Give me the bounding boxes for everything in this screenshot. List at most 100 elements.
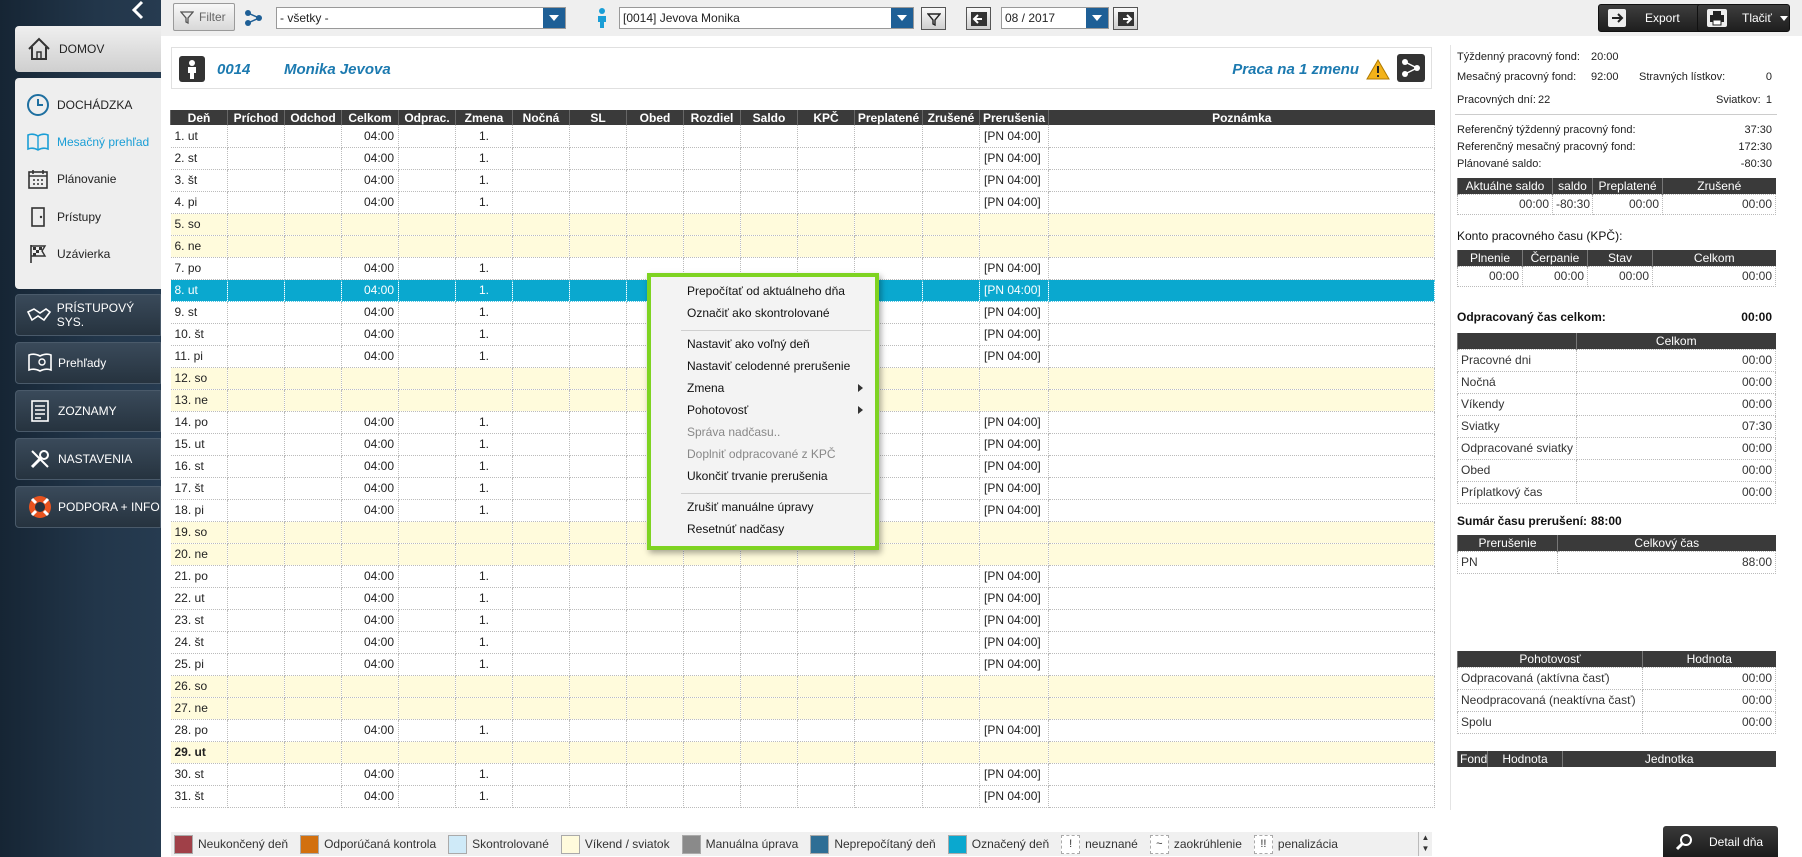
table-row[interactable]: 21. po 04:00 1. [PN 04:00] [170, 565, 1435, 588]
column-header[interactable]: Odchod [284, 110, 342, 125]
chevron-down-icon[interactable] [891, 8, 913, 28]
table-cell [284, 521, 342, 544]
employee-select[interactable]: [0014] Jevova Monika [619, 7, 914, 29]
table-cell [227, 741, 285, 764]
menu-item-pohotovost[interactable]: Pohotovosť [687, 400, 748, 420]
column-header[interactable]: Odprac. [398, 110, 456, 125]
table-row[interactable]: 26. so [170, 675, 1435, 698]
table-row[interactable]: 25. pi 04:00 1. [PN 04:00] [170, 653, 1435, 676]
column-header[interactable]: Preplatené [854, 110, 923, 125]
table-row[interactable]: 28. po 04:00 1. [PN 04:00] [170, 719, 1435, 742]
nav-zoznamy[interactable]: ZOZNAMY [15, 390, 161, 432]
nav-dochadzka[interactable]: DOCHÁDZKA [25, 90, 161, 120]
nav-podpora-info[interactable]: PODPORA + INFO [15, 486, 161, 528]
nav-pristupy[interactable]: Prístupy [25, 202, 161, 232]
nav-domov[interactable]: DOMOV [15, 26, 161, 72]
filter-button[interactable]: Filter [173, 3, 235, 31]
column-header[interactable]: Deň [170, 110, 228, 125]
standby-row: Odpracovaná (aktívna časť) 00:00 [1457, 666, 1776, 690]
column-header[interactable]: Zmena [455, 110, 513, 125]
legend-scroll[interactable]: ▲ ▼ [1418, 832, 1432, 856]
table-row[interactable]: 2. st 04:00 1. [PN 04:00] [170, 147, 1435, 170]
table-cell [227, 719, 285, 742]
menu-item-sprava-nadcasu: Správa nadčasu.. [687, 425, 781, 439]
nav-uzavierka[interactable]: Uzávierka [25, 239, 161, 269]
door-icon [25, 204, 51, 230]
table-cell [626, 213, 684, 236]
export-button[interactable]: Export [1598, 4, 1704, 32]
table-cell [512, 191, 570, 214]
table-cell [227, 147, 285, 170]
totals-label: Obed [1457, 458, 1577, 482]
table-row[interactable]: 29. ut [170, 741, 1435, 764]
prev-period-button[interactable] [966, 7, 991, 30]
menu-item-volny-den[interactable]: Nastaviť ako voľný deň [687, 334, 810, 354]
table-cell [512, 697, 570, 720]
nav-nastavenia-label: NASTAVENIA [58, 452, 133, 466]
table-cell [740, 697, 798, 720]
table-cell [922, 741, 980, 764]
column-header[interactable]: Celkom [341, 110, 399, 125]
menu-item-resetnut-nadcasy[interactable]: Resetnúť nadčasy [687, 519, 784, 539]
column-header[interactable]: Obed [626, 110, 684, 125]
warning-icon[interactable] [1366, 59, 1390, 80]
table-cell [512, 719, 570, 742]
nav-pristupovy-sys[interactable]: PRÍSTUPOVÝ SYS. [15, 294, 161, 336]
menu-item-oznacit-skontrolovane[interactable]: Označiť ako skontrolované [687, 303, 830, 323]
nav-prehlady[interactable]: Prehľady [15, 342, 161, 384]
holidays-label: Sviatkov: [1716, 94, 1761, 106]
next-period-button[interactable] [1113, 7, 1138, 30]
menu-item-celodenne-prerusenie[interactable]: Nastaviť celodenné prerušenie [687, 356, 850, 376]
chevron-down-icon[interactable] [1779, 15, 1788, 21]
menu-item-zmena[interactable]: Zmena [687, 378, 724, 398]
workflow-icon[interactable] [1397, 54, 1425, 82]
table-cell: 1. [455, 653, 513, 676]
day-detail-button[interactable]: Detail dňa [1663, 826, 1778, 857]
table-cell [398, 433, 456, 456]
monthly-fund-value: 92:00 [1591, 71, 1619, 83]
chevron-down-icon[interactable] [543, 8, 565, 28]
column-header[interactable]: Poznámka [1048, 110, 1435, 125]
table-row[interactable]: 24. št 04:00 1. [PN 04:00] [170, 631, 1435, 654]
table-row[interactable]: 27. ne [170, 697, 1435, 720]
group-select[interactable]: - všetky - [276, 7, 566, 29]
menu-item-zrusit-upravy[interactable]: Zrušiť manuálne úpravy [687, 497, 814, 517]
column-header[interactable]: Saldo [740, 110, 798, 125]
table-cell [1048, 543, 1435, 566]
table-cell: 04:00 [341, 609, 399, 632]
table-row[interactable]: 30. st 04:00 1. [PN 04:00] [170, 763, 1435, 786]
column-header[interactable]: Zrušené [922, 110, 980, 125]
collapse-sidebar-icon[interactable] [129, 0, 151, 22]
chevron-down-icon[interactable] [1086, 8, 1108, 28]
print-button[interactable]: Tlačiť [1697, 4, 1790, 32]
table-cell: 04:00 [341, 433, 399, 456]
table-row[interactable]: 31. št 04:00 1. [PN 04:00] [170, 785, 1435, 808]
menu-item-prepocitat[interactable]: Prepočítať od aktuálneho dňa [687, 281, 845, 301]
period-select[interactable]: 08 / 2017 [1001, 7, 1109, 29]
table-row[interactable]: 1. ut 04:00 1. [PN 04:00] [170, 125, 1435, 148]
menu-item-ukoncit-prerusenie[interactable]: Ukončiť trvanie prerušenia [687, 466, 828, 486]
column-header[interactable]: Príchod [227, 110, 285, 125]
table-row[interactable]: 23. st 04:00 1. [PN 04:00] [170, 609, 1435, 632]
column-header[interactable]: Rozdiel [683, 110, 741, 125]
table-row[interactable]: 5. so [170, 213, 1435, 236]
table-cell [1048, 675, 1435, 698]
table-row[interactable]: 6. ne [170, 235, 1435, 258]
table-row[interactable]: 3. št 04:00 1. [PN 04:00] [170, 169, 1435, 192]
table-cell [341, 543, 399, 566]
table-cell [683, 763, 741, 786]
column-header[interactable]: KPČ [797, 110, 855, 125]
table-cell [1048, 697, 1435, 720]
table-cell [1048, 499, 1435, 522]
nav-mesacny-prehlad[interactable]: Mesačný prehľad [25, 127, 161, 157]
table-row[interactable]: 4. pi 04:00 1. [PN 04:00] [170, 191, 1435, 214]
column-header[interactable]: Prerušenia [979, 110, 1049, 125]
standby-header: Pohotovosť [1457, 651, 1643, 667]
nav-nastavenia[interactable]: NASTAVENIA [15, 438, 161, 480]
column-header[interactable]: SL [569, 110, 627, 125]
nav-planovanie[interactable]: Plánovanie [25, 164, 161, 194]
table-cell [284, 169, 342, 192]
employee-filter-button[interactable] [921, 7, 946, 30]
table-row[interactable]: 22. ut 04:00 1. [PN 04:00] [170, 587, 1435, 610]
column-header[interactable]: Nočná [512, 110, 570, 125]
